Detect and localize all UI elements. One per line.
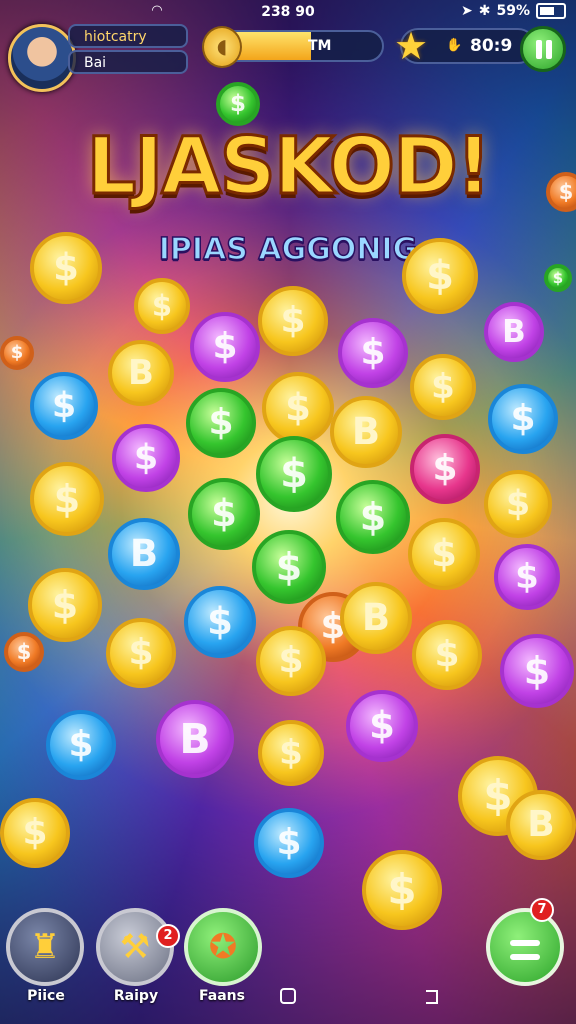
pause-button[interactable] [520, 26, 566, 72]
coin[interactable]: $ [256, 436, 332, 512]
nav-home-button[interactable] [280, 988, 296, 1004]
gift-icon: ✪ [208, 927, 238, 967]
coin[interactable]: $ [410, 434, 480, 504]
coin[interactable]: $ [258, 720, 324, 786]
progress-label: TM [308, 38, 332, 54]
nav-back-button[interactable] [426, 990, 438, 1004]
coin[interactable]: B [506, 790, 576, 860]
coin[interactable]: $ [30, 372, 98, 440]
coin[interactable]: $ [0, 336, 34, 370]
coin[interactable]: $ [188, 478, 260, 550]
player-avatar[interactable] [8, 24, 76, 92]
coin[interactable]: $ [190, 312, 260, 382]
signal-icon: ✱ [478, 3, 491, 19]
status-bar: ◠ 238 90 ➤ ✱ 59% [0, 0, 576, 24]
menu-button[interactable] [486, 908, 564, 986]
location-icon: ➤ [461, 3, 473, 19]
trophy-icon: ♜ [29, 927, 61, 967]
coin[interactable]: $ [28, 568, 102, 642]
coin[interactable]: $ [262, 372, 334, 444]
battery-percent: 59% [496, 3, 530, 19]
coin-icon: ◖ [202, 26, 242, 68]
prize-label: Piice [27, 988, 65, 1004]
coin[interactable]: B [484, 302, 544, 362]
coin[interactable]: $ [4, 632, 44, 672]
coin[interactable]: $ [336, 480, 410, 554]
coin[interactable]: $ [252, 530, 326, 604]
coin[interactable]: B [156, 700, 234, 778]
coin[interactable]: $ [408, 518, 480, 590]
coin[interactable]: $ [362, 850, 442, 930]
coin[interactable]: B [108, 518, 180, 590]
coin[interactable]: $ [0, 798, 70, 868]
coin[interactable]: $ [184, 586, 256, 658]
coin[interactable]: $ [494, 544, 560, 610]
coin[interactable]: $ [46, 710, 116, 780]
coin[interactable]: B [340, 582, 412, 654]
coin[interactable]: $ [106, 618, 176, 688]
coin[interactable]: $ [338, 318, 408, 388]
coin[interactable]: $ [112, 424, 180, 492]
coin[interactable]: $ [402, 238, 478, 314]
coin[interactable]: $ [500, 634, 574, 708]
replay-label: Raipy [113, 988, 159, 1004]
coin[interactable]: $ [216, 82, 260, 126]
coin[interactable]: $ [134, 278, 190, 334]
coin[interactable]: $ [254, 808, 324, 878]
replay-badge: 2 [156, 924, 180, 948]
status-right: ➤ ✱ 59% [461, 3, 566, 19]
hand-icon: ✋ [446, 38, 463, 53]
player-name: hiotcatry [68, 24, 188, 48]
coin[interactable]: B [108, 340, 174, 406]
star-icon: ★ [394, 24, 429, 68]
player-sub: Bai [68, 50, 188, 74]
coin[interactable]: $ [186, 388, 256, 458]
feats-label: Faans [199, 988, 245, 1004]
coin[interactable]: $ [30, 462, 104, 536]
battery-icon [536, 3, 566, 19]
coin[interactable]: $ [346, 690, 418, 762]
coin[interactable]: $ [544, 264, 572, 292]
menu-icon [510, 940, 540, 960]
prize-button[interactable]: ♜ [6, 908, 84, 986]
coin[interactable]: $ [412, 620, 482, 690]
coin[interactable]: $ [410, 354, 476, 420]
coin[interactable]: B [330, 396, 402, 468]
coin[interactable]: $ [488, 384, 558, 454]
feats-button[interactable]: ✪ [184, 908, 262, 986]
coin[interactable]: $ [256, 626, 326, 696]
game-title: LJASKOD! [85, 121, 493, 214]
player-info: hiotcatry Bai [68, 22, 188, 78]
coin[interactable]: $ [258, 286, 328, 356]
coin[interactable]: $ [30, 232, 102, 304]
coin[interactable]: $ [484, 470, 552, 538]
hammer-icon: ⚒ [119, 927, 151, 967]
menu-badge: 7 [530, 898, 554, 922]
score-value: 80:9 [470, 36, 513, 56]
